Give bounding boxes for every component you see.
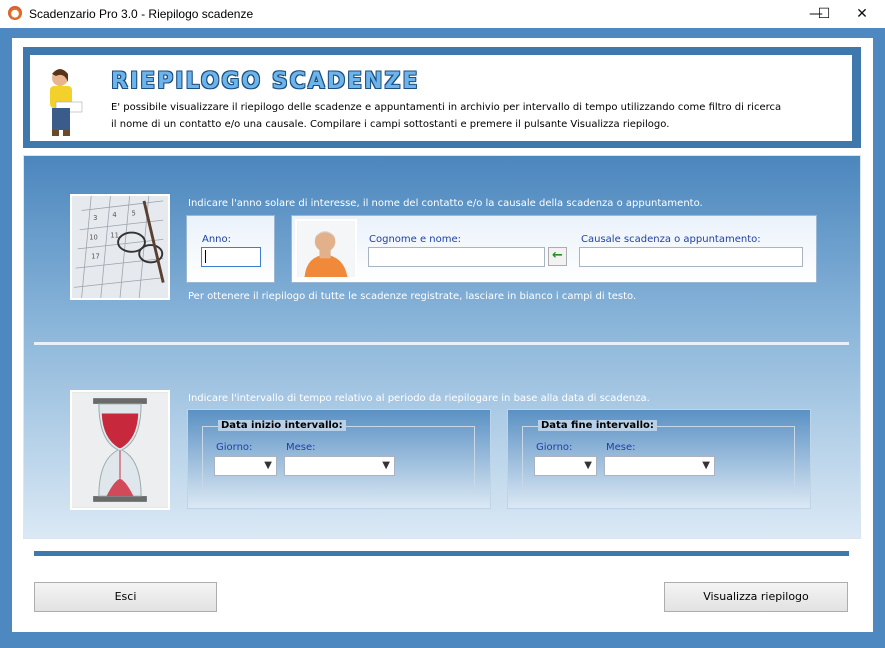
cognome-label: Cognome e nome: [369, 234, 462, 245]
chevron-down-icon: ▼ [702, 460, 710, 471]
end-mese-label: Mese: [606, 442, 636, 453]
man-portrait-image [295, 219, 357, 279]
view-summary-button[interactable]: Visualizza riepilogo [664, 582, 848, 612]
description-line-2: il nome di un contatto e/o una causale. … [111, 119, 670, 130]
anno-label: Anno: [202, 234, 232, 245]
text-caret [205, 250, 206, 263]
description-line-1: E' possibile visualizzare il riepilogo d… [111, 102, 782, 113]
end-giorno-label: Giorno: [536, 442, 573, 453]
start-giorno-label: Giorno: [216, 442, 253, 453]
end-date-legend: Data fine intervallo: [538, 420, 657, 431]
chevron-down-icon: ▼ [264, 460, 272, 471]
svg-text:5: 5 [132, 209, 136, 217]
search-note: Per ottenere il riepilogo di tutte le sc… [188, 291, 637, 302]
anno-input[interactable] [201, 247, 261, 267]
start-mese-select[interactable]: ▼ [284, 456, 395, 476]
calendar-glasses-image: 3 4 5 10 11 17 [70, 194, 170, 300]
bottom-divider [34, 551, 849, 556]
exit-button[interactable]: Esci [34, 582, 217, 612]
hourglass-image [70, 390, 170, 510]
causale-label: Causale scadenza o appuntamento: [581, 234, 761, 245]
start-date-legend: Data inizio intervallo: [218, 420, 346, 431]
woman-reading-image [50, 69, 83, 136]
chevron-down-icon: ▼ [584, 460, 592, 471]
search-instruction: Indicare l'anno solare di interesse, il … [188, 198, 703, 209]
cognome-input[interactable] [368, 247, 545, 267]
app-clock-icon [8, 6, 22, 20]
svg-text:4: 4 [112, 211, 116, 219]
end-giorno-select[interactable]: ▼ [534, 456, 597, 476]
start-giorno-select[interactable]: ▼ [214, 456, 277, 476]
svg-text:10: 10 [89, 233, 98, 241]
insert-contact-button[interactable]: ← [548, 247, 567, 266]
end-mese-select[interactable]: ▼ [604, 456, 715, 476]
close-button[interactable]: ✕ [839, 0, 885, 28]
page-title: RIEPILOGO SCADENZE [111, 69, 420, 94]
svg-text:17: 17 [91, 253, 100, 261]
causale-input[interactable] [579, 247, 803, 267]
title-bar: Scadenzario Pro 3.0 - Riepilogo scadenze… [0, 0, 885, 28]
page-description: E' possibile visualizzare il riepilogo d… [111, 99, 811, 133]
svg-text:11: 11 [110, 231, 119, 239]
start-mese-label: Mese: [286, 442, 316, 453]
svg-text:3: 3 [93, 214, 97, 222]
chevron-down-icon: ▼ [382, 460, 390, 471]
window-title: Scadenzario Pro 3.0 - Riepilogo scadenze [29, 7, 254, 21]
interval-instruction: Indicare l'intervallo di tempo relativo … [188, 393, 650, 404]
section-divider [34, 342, 849, 345]
